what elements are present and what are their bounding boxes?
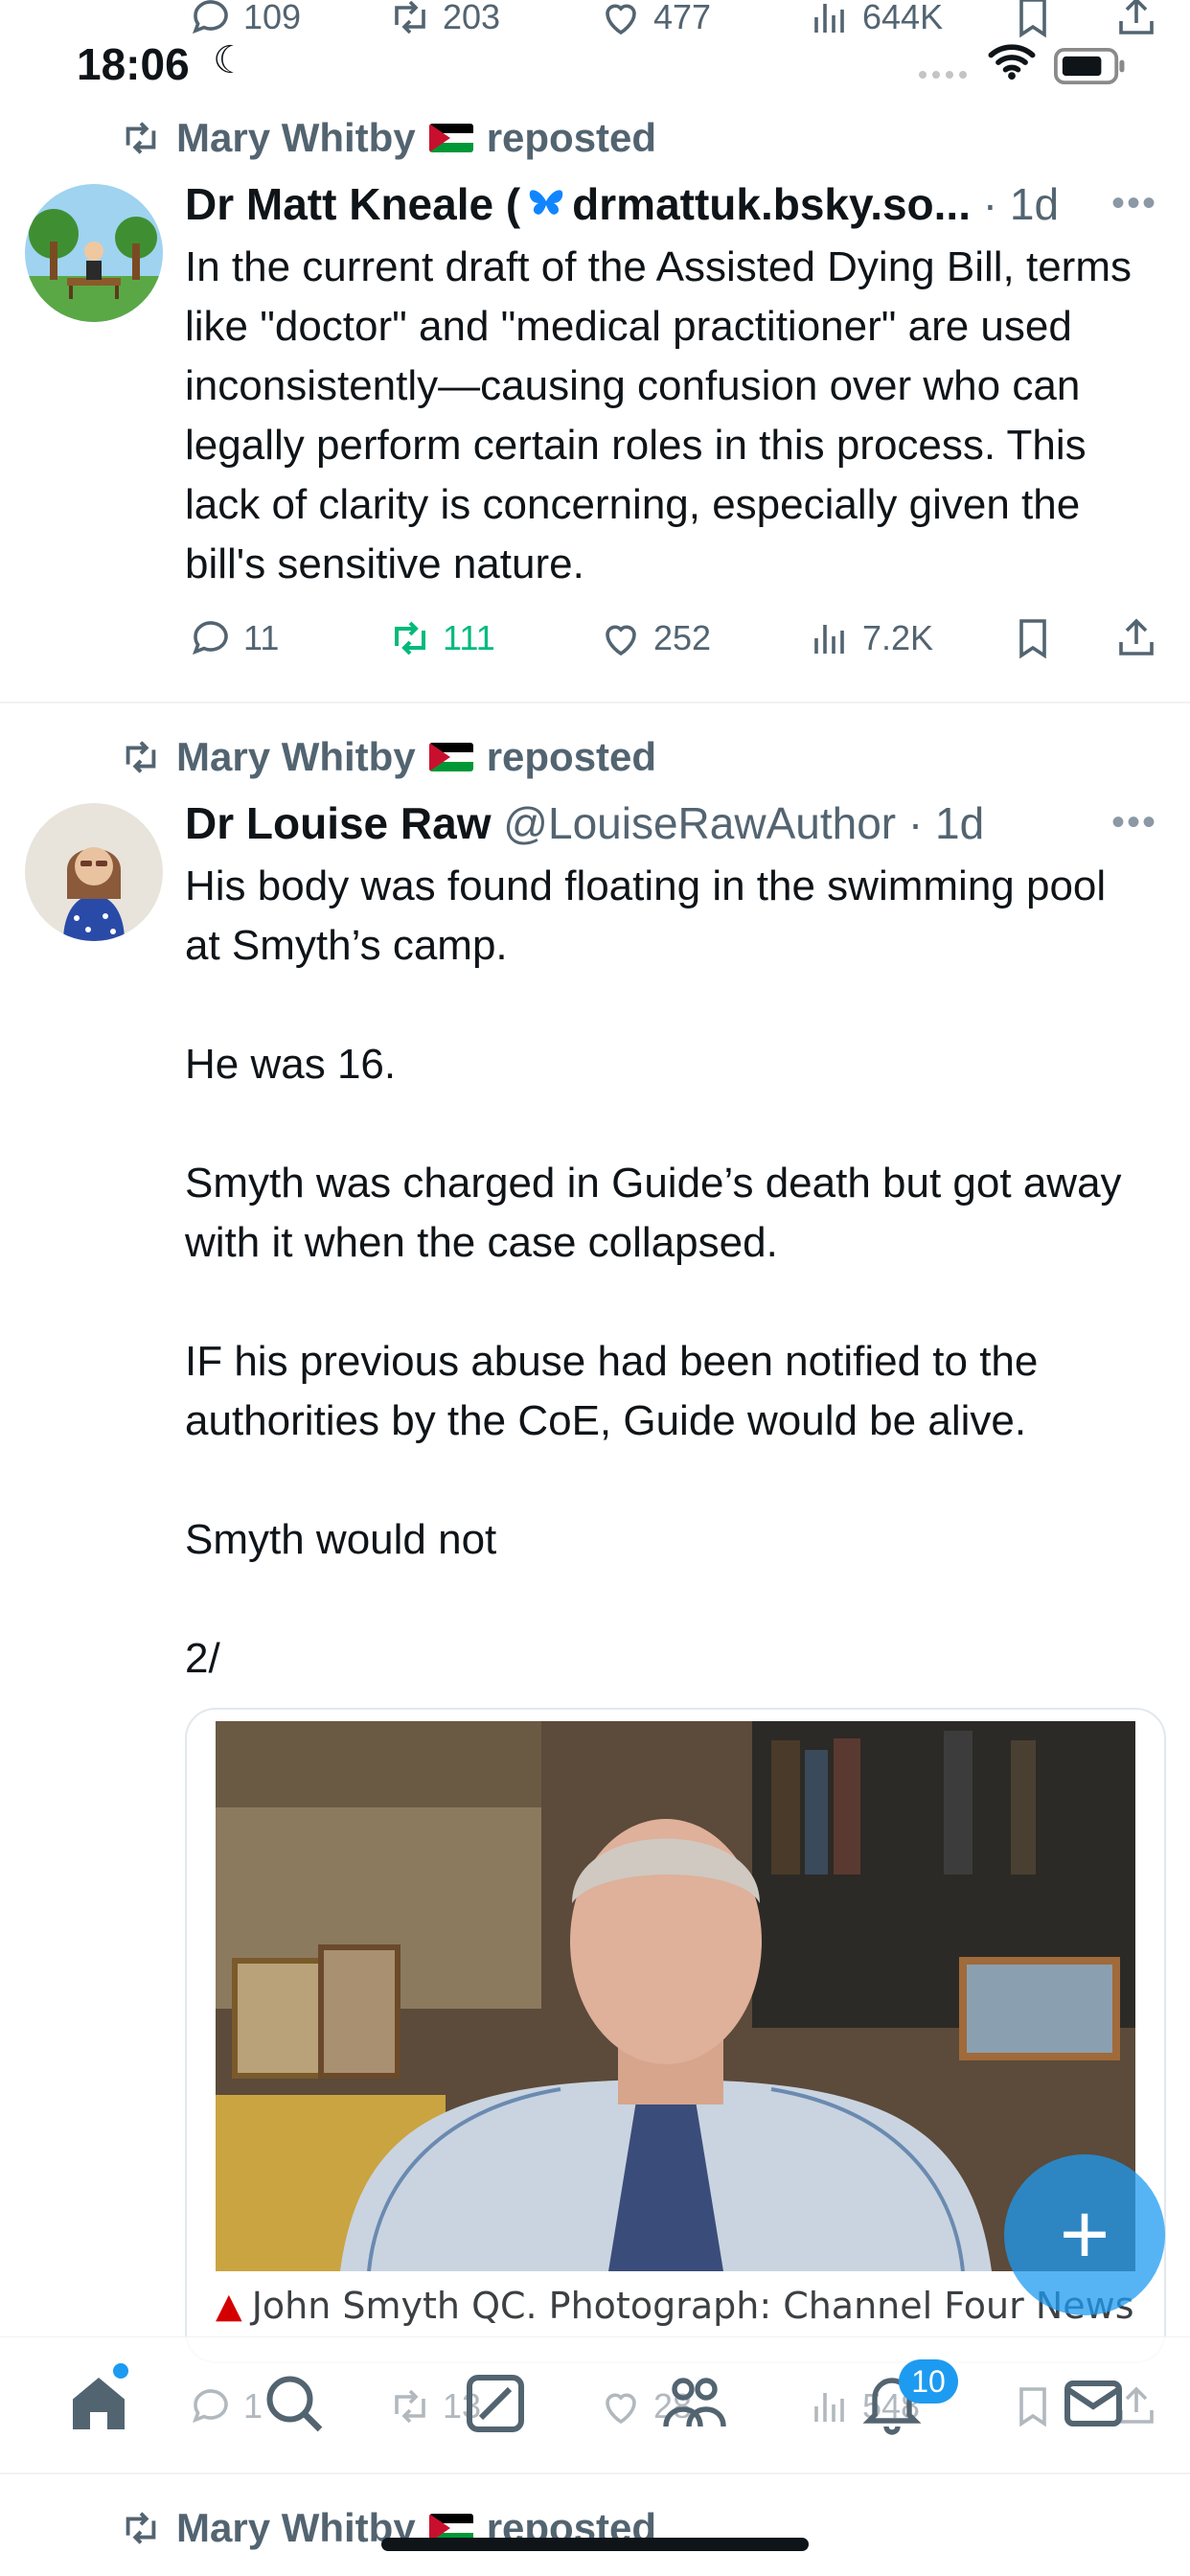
nav-communities[interactable] — [652, 2360, 738, 2447]
cellular-signal-icon — [918, 67, 972, 79]
status-bar: 109 203 477 644K 18:06 ☾ — [0, 0, 1190, 89]
more-options-button[interactable]: ••• — [1111, 801, 1157, 844]
share-button[interactable] — [1113, 2383, 1159, 2434]
reply-icon — [192, 2389, 228, 2424]
repost-context[interactable]: Mary Whitby reposted — [119, 734, 656, 780]
prev-view-count[interactable]: 644K — [807, 0, 943, 40]
butterfly-icon — [522, 181, 570, 236]
warning-triangle-icon: ▲ — [216, 2286, 242, 2326]
search-icon — [266, 2376, 323, 2432]
bookmark-icon — [1019, 0, 1046, 38]
author-name[interactable]: Dr Matt Kneale ( — [185, 179, 520, 229]
avatar[interactable] — [25, 184, 163, 322]
divider — [0, 2472, 1190, 2474]
wifi-icon — [987, 42, 1037, 85]
bookmark-icon — [1019, 2387, 1046, 2427]
tweet-header[interactable]: Dr Louise Raw @LouiseRawAuthor · 1d — [185, 797, 1095, 849]
nav-home[interactable] — [56, 2360, 142, 2447]
prev-bookmark-button[interactable] — [1010, 0, 1056, 45]
repost-icon — [126, 122, 156, 154]
repost-context[interactable]: Mary Whitby reposted — [119, 115, 656, 161]
repost-icon — [126, 2512, 156, 2544]
tweet-text: In the current draft of the Assisted Dyi… — [185, 243, 1144, 587]
bottom-nav: 1 13 28 548 — [0, 2336, 1190, 2472]
prev-share-button[interactable] — [1113, 0, 1159, 45]
nav-grok[interactable] — [452, 2360, 538, 2447]
grok-icon — [467, 2375, 524, 2432]
repost-icon — [395, 0, 425, 34]
prev-like-count[interactable]: 477 — [598, 0, 711, 40]
tweet-header[interactable]: Dr Matt Kneale (drmattuk.bsky.so... · 1d — [185, 178, 1095, 236]
heart-icon — [606, 4, 636, 35]
bookmark-button[interactable] — [1010, 2383, 1056, 2434]
share-icon — [1119, 618, 1154, 656]
share-icon — [1119, 0, 1154, 34]
author-handle[interactable]: @LouiseRawAuthor — [503, 798, 896, 848]
news-photo[interactable] — [216, 1721, 1135, 2271]
views-icon — [814, 625, 844, 654]
author-name[interactable]: Dr Louise Raw — [185, 798, 492, 848]
prev-reply-count[interactable]: 109 — [188, 0, 301, 40]
tweet-time: 1d — [1009, 179, 1060, 229]
repost-icon — [395, 621, 425, 656]
compose-button[interactable]: + — [1004, 2154, 1165, 2315]
avatar[interactable] — [25, 803, 163, 941]
share-button[interactable] — [1113, 615, 1159, 666]
prev-repost-count[interactable]: 203 — [387, 0, 500, 40]
media-caption: ▲ John Smyth QC. Photograph: Channel Fou… — [216, 2285, 1134, 2327]
tweet-text: His body was found floating in the swimm… — [185, 862, 1122, 1682]
like-button[interactable]: 252 — [598, 615, 711, 661]
reply-icon — [192, 621, 228, 656]
bookmark-button[interactable] — [1010, 615, 1056, 666]
heart-icon — [606, 625, 636, 656]
author-bsky-handle[interactable]: drmattuk.bsky.so... — [572, 179, 971, 229]
palestine-flag-icon — [428, 743, 473, 771]
bookmark-icon — [1019, 619, 1046, 659]
views-button[interactable]: 7.2K — [807, 615, 933, 661]
repost-icon — [395, 2389, 425, 2424]
divider — [0, 702, 1190, 703]
clock: 18:06 — [77, 39, 190, 89]
reply-icon — [192, 0, 228, 34]
reply-button[interactable]: 11 — [188, 615, 279, 661]
share-icon — [1119, 2386, 1154, 2424]
home-indicator — [381, 2538, 809, 2551]
communities-icon — [663, 2378, 726, 2427]
views-icon — [814, 2393, 844, 2422]
home-icon — [73, 2378, 125, 2429]
notifications-badge: 10 — [899, 2359, 958, 2404]
heart-icon — [606, 2393, 636, 2425]
repost-button[interactable]: 111 — [387, 615, 495, 661]
focus-moon-icon: ☾ — [213, 39, 247, 81]
palestine-flag-icon — [428, 124, 473, 152]
views-icon — [814, 4, 844, 33]
repost-icon — [126, 741, 156, 773]
nav-search[interactable] — [251, 2360, 337, 2447]
more-options-button[interactable]: ••• — [1111, 182, 1157, 225]
battery-icon — [1052, 48, 1129, 89]
tweet-time: 1d — [935, 798, 985, 848]
home-unread-dot — [113, 2363, 128, 2379]
